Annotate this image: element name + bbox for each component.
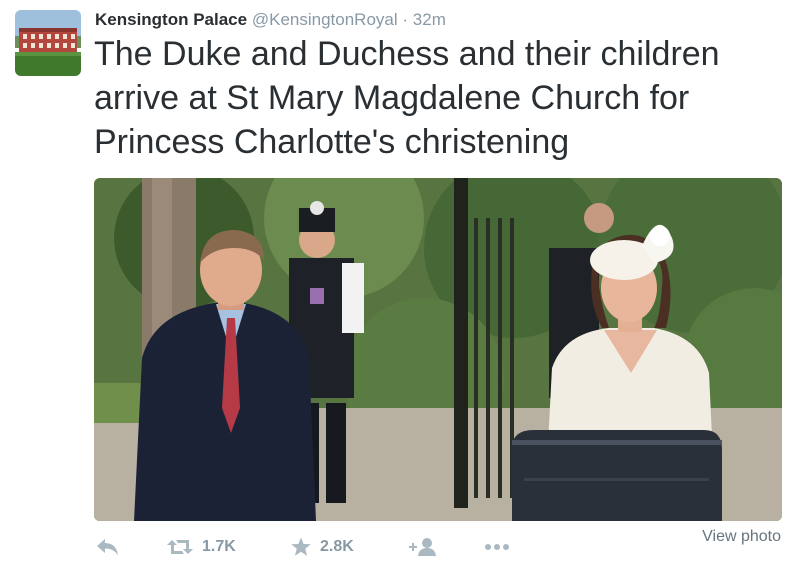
avatar[interactable] — [15, 10, 81, 76]
star-icon — [291, 537, 311, 556]
more-icon — [485, 544, 509, 550]
tweet-actions: 1.7K 2.8K — [94, 530, 784, 564]
follow-button[interactable] — [408, 530, 438, 564]
tweet-text: The Duke and Duchess and their children … — [94, 35, 720, 161]
reply-button[interactable] — [96, 530, 120, 564]
author-handle[interactable]: @KensingtonRoyal — [252, 10, 398, 29]
author-name[interactable]: Kensington Palace — [95, 10, 247, 29]
tweet-timestamp[interactable]: 32m — [413, 10, 446, 29]
avatar-image — [15, 10, 81, 76]
more-button[interactable] — [484, 530, 510, 564]
christening-photo — [94, 178, 782, 521]
tweet-header: Kensington Palace @KensingtonRoyal · 32m — [95, 9, 446, 31]
favorite-button[interactable]: 2.8K — [290, 530, 354, 564]
view-photo-link[interactable]: View photo — [702, 528, 781, 546]
retweet-count: 1.7K — [202, 538, 236, 555]
favorite-count: 2.8K — [320, 538, 354, 555]
retweet-icon — [167, 540, 193, 554]
follow-icon — [409, 538, 436, 556]
tweet-photo[interactable] — [94, 178, 782, 521]
retweet-button[interactable]: 1.7K — [166, 530, 236, 564]
reply-icon — [97, 539, 118, 555]
separator-dot: · — [402, 10, 409, 29]
